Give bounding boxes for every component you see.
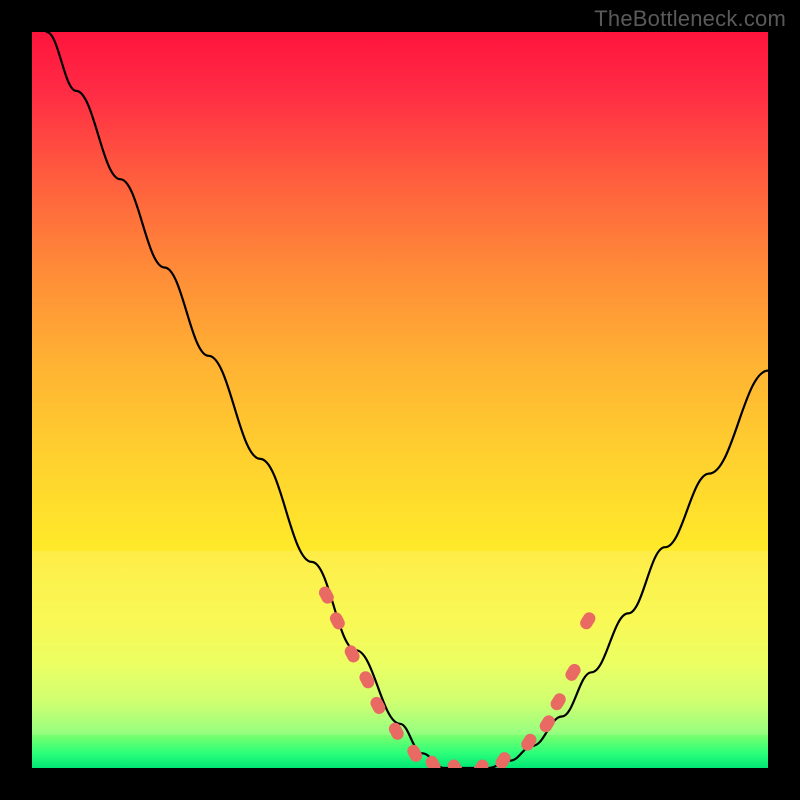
data-marker xyxy=(328,611,346,631)
data-marker xyxy=(472,758,490,768)
data-marker xyxy=(406,743,424,763)
chart-svg xyxy=(32,32,768,768)
data-marker xyxy=(446,758,464,768)
data-marker xyxy=(579,611,597,631)
data-marker xyxy=(369,695,387,715)
data-marker xyxy=(343,644,361,664)
data-marker xyxy=(424,754,442,768)
data-marker xyxy=(549,692,567,712)
curve-line xyxy=(47,32,768,768)
data-marker xyxy=(494,751,512,768)
watermark-text: TheBottleneck.com xyxy=(594,6,786,32)
markers-group xyxy=(317,585,597,768)
data-marker xyxy=(564,662,582,682)
data-marker xyxy=(538,714,556,734)
data-marker xyxy=(520,732,538,752)
plot-area xyxy=(32,32,768,768)
